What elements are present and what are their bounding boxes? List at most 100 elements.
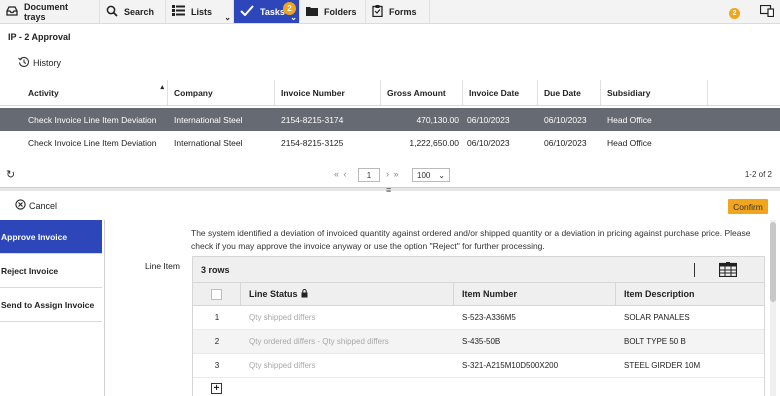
history-icon bbox=[18, 56, 30, 70]
item-description: BOLT TYPE 50 B bbox=[624, 337, 686, 346]
folder-icon bbox=[306, 6, 318, 18]
nav-lists[interactable]: Lists ⌄ bbox=[166, 0, 234, 23]
line-item-label: Line Item bbox=[145, 261, 180, 271]
column-header-invoice-date[interactable]: Invoice Date bbox=[463, 80, 538, 105]
pagination-bar: ↻ « ‹ 1 › » 100 ⌄ 1-2 of 2 bbox=[0, 166, 780, 186]
divider bbox=[694, 263, 695, 277]
add-row-icon[interactable]: + bbox=[211, 383, 222, 394]
grid-toolbar: 3 rows bbox=[193, 257, 764, 283]
line-status: Qty shipped differs bbox=[249, 361, 316, 370]
table-row[interactable]: Check Invoice Line Item Deviation Intern… bbox=[0, 108, 780, 131]
line-item-row[interactable]: 3 Qty shipped differs S-321-A215M10D500X… bbox=[193, 354, 764, 378]
nav-label: Lists bbox=[191, 6, 213, 17]
column-header-invoice-number[interactable]: Invoice Number bbox=[275, 80, 381, 105]
next-page-icons[interactable]: › » bbox=[386, 169, 400, 179]
action-side-menu: Approve Invoice Reject Invoice Send to A… bbox=[0, 220, 102, 396]
select-all-cell[interactable] bbox=[193, 283, 241, 305]
cell-gross-amount: 470,130.00 bbox=[416, 114, 459, 125]
side-item-reject-invoice[interactable]: Reject Invoice bbox=[0, 254, 102, 288]
history-button[interactable]: History bbox=[18, 55, 61, 71]
item-number: S-321-A215M10D500X200 bbox=[462, 361, 559, 370]
page-number-input[interactable]: 1 bbox=[358, 168, 380, 182]
cancel-button[interactable]: Cancel bbox=[15, 199, 57, 212]
list-icon bbox=[172, 5, 185, 18]
item-number: S-435-50B bbox=[462, 337, 501, 346]
column-header-activity[interactable]: Activity ▴ bbox=[0, 80, 168, 105]
drag-handle-icon[interactable]: ≡ bbox=[386, 185, 391, 195]
cell-due-date: 06/10/2023 bbox=[544, 137, 587, 148]
cell-activity: Check Invoice Line Item Deviation bbox=[28, 114, 157, 125]
item-description: STEEL GIRDER 10M bbox=[624, 361, 701, 370]
nav-tasks[interactable]: Tasks 2 ⌄ bbox=[234, 0, 300, 23]
row-index: 2 bbox=[214, 337, 220, 346]
clipboard-icon bbox=[372, 4, 383, 19]
column-header-subsidiary[interactable]: Subsidiary bbox=[601, 80, 708, 105]
column-header-due-date[interactable]: Due Date bbox=[538, 80, 601, 105]
divider bbox=[104, 220, 105, 396]
history-label: History bbox=[33, 58, 62, 68]
restore-window-icon[interactable] bbox=[759, 4, 775, 19]
chevron-down-icon: ⌄ bbox=[438, 170, 445, 180]
chevron-down-icon[interactable]: ⌄ bbox=[224, 13, 231, 22]
table-row[interactable]: Check Invoice Line Item Deviation Intern… bbox=[0, 131, 780, 154]
line-item-row[interactable]: 1 Qty shipped differs S-523-A336M5 SOLAR… bbox=[193, 306, 764, 330]
line-status: Qty ordered differs - Qty shipped differ… bbox=[249, 337, 389, 346]
cell-subsidiary: Head Office bbox=[607, 114, 652, 125]
cell-invoice-number: 2154-8215-3125 bbox=[281, 137, 344, 148]
cell-activity: Check Invoice Line Item Deviation bbox=[28, 137, 157, 148]
nav-label: Forms bbox=[389, 6, 417, 17]
nav-search[interactable]: Search bbox=[100, 0, 166, 23]
lock-icon bbox=[301, 288, 308, 300]
sort-indicator-icon: ▴ bbox=[160, 84, 164, 91]
scrollbar-thumb[interactable] bbox=[770, 222, 776, 302]
nav-label: Search bbox=[124, 6, 155, 17]
nav-document-trays[interactable]: Document trays bbox=[0, 0, 100, 23]
line-item-grid: 3 rows Line Status Item Number Item Desc… bbox=[192, 256, 765, 396]
tray-icon bbox=[6, 5, 18, 18]
search-icon bbox=[106, 5, 118, 19]
cell-company: International Steel bbox=[174, 137, 243, 148]
previous-page-icons[interactable]: « ‹ bbox=[334, 169, 348, 179]
column-header-company[interactable]: Company bbox=[168, 80, 275, 105]
nav-label: Tasks bbox=[260, 6, 285, 17]
notification-badge: 2 bbox=[729, 8, 740, 19]
cell-invoice-number: 2154-8215-3174 bbox=[281, 114, 344, 125]
line-status: Qty shipped differs bbox=[249, 313, 316, 322]
page-title: IP - 2 Approval bbox=[8, 32, 71, 42]
page-size-select[interactable]: 100 ⌄ bbox=[412, 168, 450, 182]
row-index: 3 bbox=[214, 361, 220, 370]
column-header-gross-amount[interactable]: Gross Amount bbox=[381, 80, 463, 105]
nav-forms[interactable]: Forms bbox=[366, 0, 430, 23]
side-item-send-to-assign-invoice[interactable]: Send to Assign Invoice bbox=[0, 288, 102, 322]
cell-due-date: 06/10/2023 bbox=[544, 114, 587, 125]
column-header-line-status[interactable]: Line Status bbox=[241, 283, 454, 305]
table-settings-icon[interactable] bbox=[718, 262, 738, 279]
grid-header-row: Line Status Item Number Item Description bbox=[193, 283, 764, 306]
row-count: 3 rows bbox=[201, 264, 230, 275]
cell-gross-amount: 1,222,650.00 bbox=[409, 137, 459, 148]
nav-folders[interactable]: Folders bbox=[300, 0, 366, 23]
column-header-item-number[interactable]: Item Number bbox=[454, 283, 616, 305]
cell-subsidiary: Head Office bbox=[607, 137, 652, 148]
top-navigation: Document trays Search Lists ⌄ Tasks 2 ⌄ … bbox=[0, 0, 780, 24]
cell-company: International Steel bbox=[174, 114, 243, 125]
select-all-checkbox[interactable] bbox=[211, 288, 222, 300]
window-controls bbox=[759, 0, 780, 23]
line-item-row[interactable]: 2 Qty ordered differs - Qty shipped diff… bbox=[193, 330, 764, 354]
chevron-down-icon[interactable]: ⌄ bbox=[290, 13, 297, 22]
tasks-table-header: Activity ▴ Company Invoice Number Gross … bbox=[0, 80, 780, 106]
nav-label: Document trays bbox=[24, 1, 69, 22]
close-circle-icon bbox=[15, 199, 26, 212]
confirm-button[interactable]: Confirm bbox=[728, 199, 768, 214]
side-item-approve-invoice[interactable]: Approve Invoice bbox=[0, 220, 102, 254]
deviation-description: The system identified a deviation of inv… bbox=[191, 228, 751, 251]
check-icon bbox=[240, 5, 254, 18]
row-index: 1 bbox=[214, 313, 220, 322]
item-number: S-523-A336M5 bbox=[462, 313, 516, 322]
nav-label: Folders bbox=[324, 6, 357, 17]
column-header-item-description[interactable]: Item Description bbox=[616, 283, 764, 305]
record-count: 1-2 of 2 bbox=[744, 170, 772, 179]
refresh-icon[interactable]: ↻ bbox=[6, 168, 15, 181]
cell-invoice-date: 06/10/2023 bbox=[467, 137, 510, 148]
cell-invoice-date: 06/10/2023 bbox=[467, 114, 510, 125]
